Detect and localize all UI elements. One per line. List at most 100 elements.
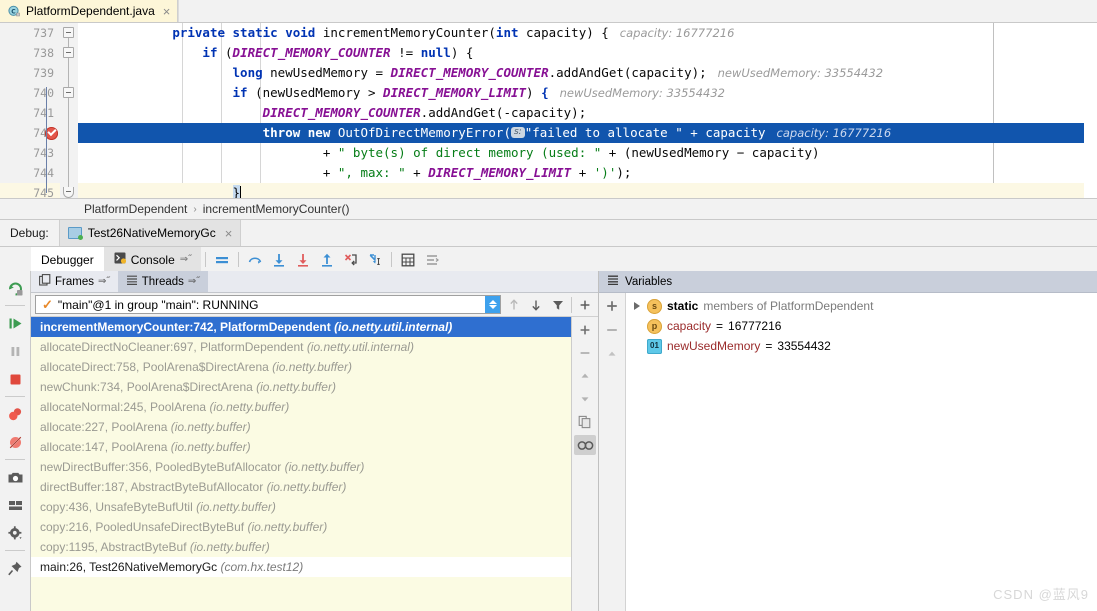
frame-location: newChunk:734, PoolArena$DirectArena — [40, 380, 257, 394]
force-step-into-icon[interactable] — [291, 247, 315, 272]
run-to-cursor-icon[interactable] — [363, 247, 387, 272]
java-class-icon: C — [8, 5, 21, 18]
frames-icon — [39, 274, 51, 289]
editor-scrollbar[interactable] — [1084, 23, 1097, 198]
code-line-740[interactable]: if (newUsedMemory > DIRECT_MEMORY_LIMIT)… — [78, 83, 1097, 103]
fold-marker-737[interactable] — [63, 27, 74, 38]
add-icon[interactable] — [574, 294, 596, 316]
move-up-icon[interactable] — [601, 344, 623, 364]
frame-list-item[interactable]: newChunk:734, PoolArena$DirectArena (io.… — [31, 377, 571, 397]
frame-list-item[interactable]: copy:436, UnsafeByteBufUtil (io.netty.bu… — [31, 497, 571, 517]
frame-list-item[interactable]: allocateDirectNoCleaner:697, PlatformDep… — [31, 337, 571, 357]
tab-threads-pin-icon[interactable]: ⇒˝ — [188, 276, 200, 287]
frame-list-item[interactable]: allocateNormal:245, PoolArena (io.netty.… — [31, 397, 571, 417]
tab-frames-pin-icon[interactable]: ⇒˝ — [98, 276, 110, 287]
editor-tab-platformdependent[interactable]: C PlatformDependent.java × — [0, 0, 179, 22]
expand-arrow-icon[interactable] — [632, 301, 642, 311]
code-line-737[interactable]: private static void incrementMemoryCount… — [78, 23, 1097, 43]
code-editor[interactable]: 737738739740741742743744745746747 privat… — [0, 23, 1097, 198]
filter-icon[interactable] — [547, 294, 569, 316]
frames-list[interactable]: incrementMemoryCounter:742, PlatformDepe… — [31, 317, 598, 611]
chevron-updown-icon[interactable] — [485, 296, 500, 313]
frame-list-item[interactable]: allocateDirect:758, PoolArena$DirectAren… — [31, 357, 571, 377]
code-line-738[interactable]: if (DIRECT_MEMORY_COUNTER != null) { — [78, 43, 1097, 63]
tab-console-pin-icon[interactable]: ⇒˝ — [180, 254, 192, 265]
line-number-741[interactable]: 741 — [0, 103, 60, 123]
copy-icon[interactable] — [574, 412, 596, 432]
remove-icon[interactable] — [574, 343, 596, 363]
line-number-740[interactable]: 740 — [0, 83, 60, 103]
line-number-742[interactable]: 742 — [0, 123, 60, 143]
step-out-icon[interactable] — [315, 247, 339, 272]
pause-program-icon[interactable] — [2, 338, 28, 364]
move-down-icon[interactable] — [525, 294, 547, 316]
mute-breakpoints-icon[interactable] — [2, 429, 28, 455]
line-number-743[interactable]: 743 — [0, 143, 60, 163]
drop-frame-icon[interactable] — [339, 247, 363, 272]
move-up-icon[interactable] — [503, 294, 525, 316]
frame-list-item[interactable]: copy:1195, AbstractByteBuf (io.netty.buf… — [31, 537, 571, 557]
breadcrumb-method[interactable]: incrementMemoryCounter() — [203, 202, 350, 216]
line-number-739[interactable]: 739 — [0, 63, 60, 83]
rerun-icon[interactable] — [2, 275, 28, 301]
tab-threads[interactable]: Threads ⇒˝ — [117, 271, 208, 292]
close-icon[interactable]: × — [225, 227, 233, 240]
code-line-743[interactable]: + " byte(s) of direct memory (used: " + … — [78, 143, 1097, 163]
fold-marker-740[interactable] — [63, 87, 74, 98]
fold-marker-745[interactable] — [63, 187, 74, 198]
variable-row[interactable]: s static members of PlatformDependent — [626, 296, 1097, 316]
step-into-icon[interactable] — [267, 247, 291, 272]
line-number-744[interactable]: 744 — [0, 163, 60, 183]
stop-icon[interactable] — [2, 366, 28, 392]
fold-marker-738[interactable] — [63, 47, 74, 58]
variable-row[interactable]: 01 newUsedMemory = 33554432 — [626, 336, 1097, 356]
code-line-742[interactable]: throw new OutOfDirectMemoryError(s: "fail… — [78, 123, 1097, 143]
code-line-741[interactable]: DIRECT_MEMORY_COUNTER.addAndGet(-capacit… — [78, 103, 1097, 123]
line-number-737[interactable]: 737 — [0, 23, 60, 43]
scroll-down-icon[interactable] — [574, 389, 596, 409]
editor-fold-column[interactable] — [46, 23, 78, 198]
code-line-744[interactable]: + ", max: " + DIRECT_MEMORY_LIMIT + ')')… — [78, 163, 1097, 183]
watches-icon[interactable] — [574, 435, 596, 455]
tab-bar-empty-area — [178, 0, 1097, 22]
line-number-745[interactable]: 745 — [0, 183, 60, 198]
view-breakpoints-icon[interactable] — [2, 401, 28, 427]
tab-frames[interactable]: Frames ⇒˝ — [31, 271, 118, 292]
pin-icon[interactable] — [2, 555, 28, 581]
settings-gear-icon[interactable] — [2, 520, 28, 546]
frame-list-item[interactable]: newDirectBuffer:356, PooledByteBufAlloca… — [31, 457, 571, 477]
frame-list-item[interactable]: incrementMemoryCounter:742, PlatformDepe… — [31, 317, 571, 337]
frame-list-item[interactable]: main:26, Test26NativeMemoryGc (com.hx.te… — [31, 557, 571, 577]
restore-layout-icon[interactable] — [2, 492, 28, 518]
editor-gutter[interactable]: 737738739740741742743744745746747 — [0, 23, 60, 198]
remove-watch-icon[interactable] — [601, 320, 623, 340]
frame-list-item[interactable]: allocate:227, PoolArena (io.netty.buffer… — [31, 417, 571, 437]
line-number-738[interactable]: 738 — [0, 43, 60, 63]
add-watch-icon[interactable] — [601, 296, 623, 316]
code-line-739[interactable]: long newUsedMemory = DIRECT_MEMORY_COUNT… — [78, 63, 1097, 83]
thread-selector-combo[interactable]: ✓ "main"@1 in group "main": RUNNING — [35, 295, 501, 314]
scroll-up-icon[interactable] — [574, 366, 596, 386]
evaluate-expression-icon[interactable] — [396, 247, 420, 272]
layout-settings-icon[interactable] — [420, 247, 444, 272]
editor-code-area[interactable]: private static void incrementMemoryCount… — [78, 23, 1097, 198]
code-line-745[interactable]: } — [78, 183, 1097, 198]
frame-list-item[interactable]: allocate:147, PoolArena (io.netty.buffer… — [31, 437, 571, 457]
tab-console[interactable]: Console ⇒˝ — [103, 247, 202, 272]
tab-debugger[interactable]: Debugger — [31, 247, 104, 272]
breadcrumb[interactable]: PlatformDependent › incrementMemoryCount… — [0, 198, 1097, 220]
camera-icon[interactable] — [2, 464, 28, 490]
show-execution-point-icon[interactable] — [210, 247, 234, 272]
frames-items[interactable]: incrementMemoryCounter:742, PlatformDepe… — [31, 317, 571, 611]
close-icon[interactable]: × — [163, 5, 171, 18]
variables-header[interactable]: Variables — [599, 271, 1097, 293]
step-over-icon[interactable] — [243, 247, 267, 272]
frame-list-item[interactable]: directBuffer:187, AbstractByteBufAllocat… — [31, 477, 571, 497]
resume-program-icon[interactable] — [2, 310, 28, 336]
frame-list-item[interactable]: copy:216, PooledUnsafeDirectByteBuf (io.… — [31, 517, 571, 537]
variable-row[interactable]: p capacity = 16777216 — [626, 316, 1097, 336]
add-icon[interactable] — [574, 320, 596, 340]
debug-session-tab[interactable]: Test26NativeMemoryGc × — [58, 220, 242, 246]
breadcrumb-class[interactable]: PlatformDependent — [84, 202, 187, 216]
variables-list[interactable]: s static members of PlatformDependent p cap… — [626, 293, 1097, 611]
